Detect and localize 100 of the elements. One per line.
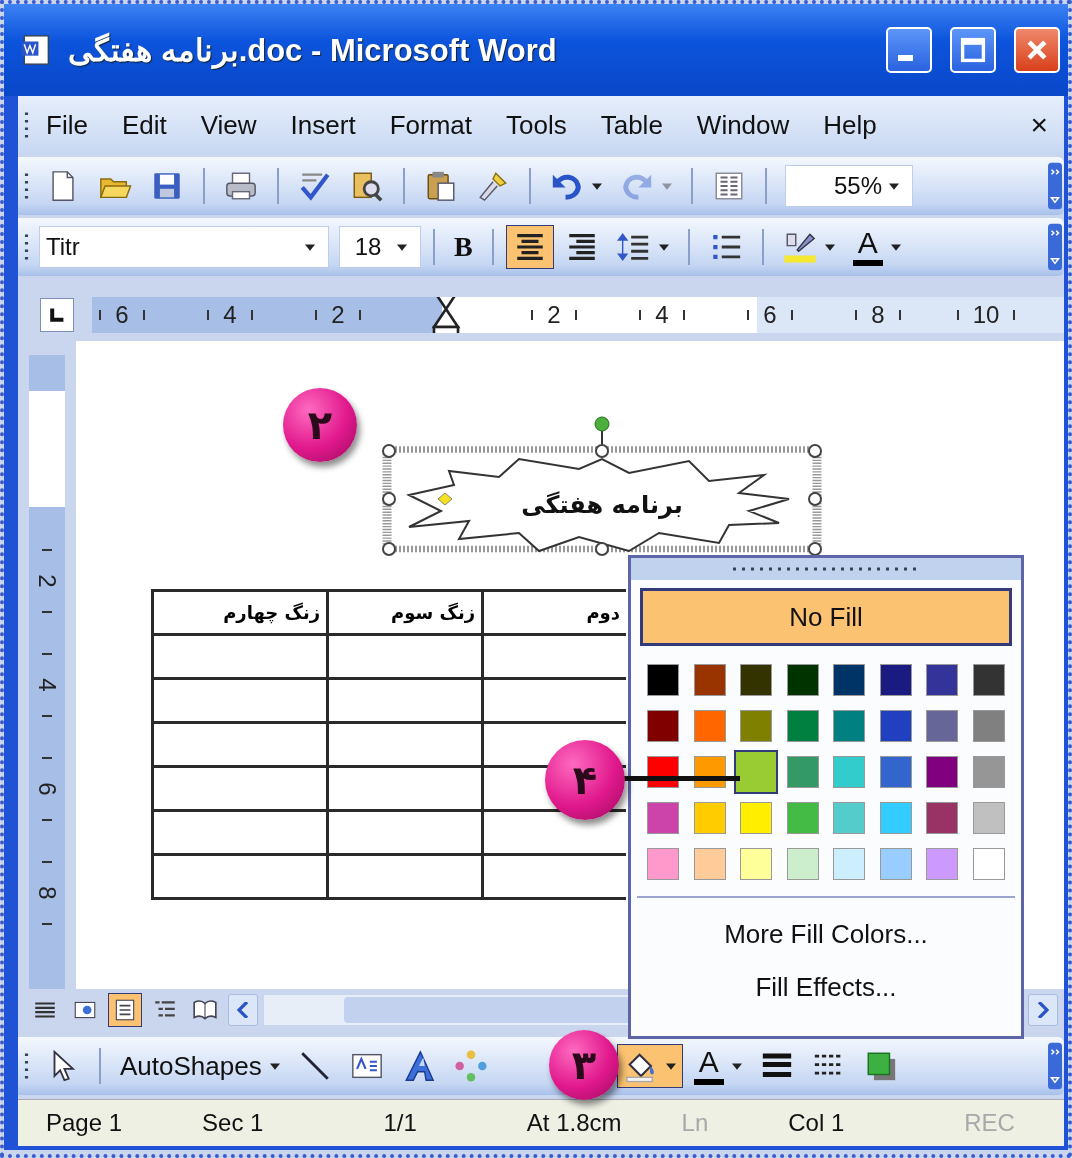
color-swatch[interactable] bbox=[926, 756, 959, 788]
color-swatch[interactable] bbox=[926, 710, 959, 742]
menu-item[interactable]: Edit bbox=[110, 109, 178, 141]
color-swatch[interactable] bbox=[972, 664, 1005, 696]
ruler-number: 6 bbox=[115, 301, 129, 329]
color-swatch[interactable] bbox=[647, 710, 680, 742]
minimize-icon bbox=[897, 55, 913, 61]
color-swatch[interactable] bbox=[740, 664, 773, 696]
color-swatch[interactable] bbox=[833, 848, 866, 880]
color-swatch[interactable] bbox=[972, 802, 1005, 834]
color-swatch[interactable] bbox=[740, 710, 773, 742]
color-swatch[interactable] bbox=[786, 756, 819, 788]
fill-effects-item[interactable]: Fill Effects... bbox=[749, 971, 903, 1004]
toolbar-options-icon[interactable] bbox=[1048, 223, 1062, 271]
font-field[interactable]: Titr bbox=[39, 226, 329, 268]
tab-stop-icon bbox=[49, 307, 65, 323]
maximize-button[interactable] bbox=[950, 27, 996, 73]
font-size-field[interactable]: 18 bbox=[339, 226, 421, 268]
diagram-icon bbox=[453, 1049, 488, 1083]
caret-icon bbox=[592, 182, 602, 190]
caret-icon bbox=[889, 182, 899, 190]
color-swatch[interactable] bbox=[926, 664, 959, 696]
align-center-button[interactable] bbox=[505, 225, 554, 269]
maximize-icon bbox=[960, 37, 986, 63]
color-swatch[interactable] bbox=[647, 848, 680, 880]
color-swatch[interactable] bbox=[740, 848, 773, 880]
color-swatch[interactable] bbox=[879, 802, 912, 834]
color-swatch[interactable] bbox=[740, 802, 773, 834]
fill-button[interactable] bbox=[616, 1044, 683, 1088]
toolbar-options-icon[interactable] bbox=[1048, 1042, 1062, 1090]
scroll-left-button[interactable] bbox=[228, 994, 258, 1026]
font-color-button[interactable]: A bbox=[845, 223, 908, 271]
status-text: Sec 1 bbox=[201, 1109, 264, 1137]
color-swatch[interactable] bbox=[693, 710, 726, 742]
caret-icon bbox=[731, 1062, 742, 1070]
menu-item[interactable]: Insert bbox=[279, 109, 367, 141]
color-swatch[interactable] bbox=[786, 802, 819, 834]
window-title: برنامه هفتگی.doc - Microsoft Word bbox=[68, 31, 558, 69]
status-text: REC bbox=[963, 1109, 1015, 1137]
color-swatch[interactable] bbox=[833, 710, 866, 742]
caret-icon bbox=[397, 243, 407, 251]
color-swatch[interactable] bbox=[972, 848, 1005, 880]
column-header: زنگ چهارم bbox=[152, 590, 328, 635]
color-swatch[interactable] bbox=[786, 848, 819, 880]
toolbar-grip-icon bbox=[24, 232, 29, 262]
menu-item[interactable]: Window bbox=[685, 109, 801, 141]
menu-item[interactable]: Table bbox=[589, 109, 674, 141]
color-swatch[interactable] bbox=[926, 848, 959, 880]
menu-item[interactable]: Format bbox=[378, 109, 483, 141]
color-swatch[interactable] bbox=[833, 756, 866, 788]
more-fill-colors-item[interactable]: More Fill Colors... bbox=[718, 918, 934, 951]
menu-item[interactable]: File bbox=[35, 109, 99, 141]
menu-item[interactable]: View bbox=[189, 109, 268, 141]
status-text: At 1.8cm bbox=[525, 1109, 622, 1137]
rotation-handle[interactable] bbox=[594, 416, 610, 445]
color-swatch[interactable] bbox=[879, 710, 912, 742]
status-text: Ln bbox=[680, 1109, 709, 1137]
color-swatch[interactable] bbox=[926, 802, 959, 834]
color-swatch[interactable] bbox=[879, 664, 912, 696]
color-swatch[interactable] bbox=[833, 664, 866, 696]
minimize-button[interactable] bbox=[886, 27, 932, 73]
close-document-button[interactable]: × bbox=[1024, 107, 1054, 143]
color-swatch[interactable] bbox=[879, 848, 912, 880]
zoom-field[interactable]: 55% bbox=[785, 165, 913, 207]
color-swatch[interactable] bbox=[647, 664, 680, 696]
color-swatch[interactable] bbox=[786, 710, 819, 742]
color-swatch[interactable] bbox=[693, 848, 726, 880]
toolbar-grip-icon bbox=[24, 110, 29, 140]
color-swatch[interactable] bbox=[786, 664, 819, 696]
caret-icon bbox=[662, 182, 672, 190]
adjust-handle[interactable] bbox=[437, 492, 453, 506]
color-swatch[interactable] bbox=[879, 756, 912, 788]
ruler-number: 2 bbox=[33, 574, 61, 588]
explosion-shape[interactable] bbox=[406, 457, 790, 553]
ruler-number: 4 bbox=[33, 678, 61, 692]
autoshapes-button[interactable]: AutoShapes bbox=[113, 1045, 287, 1087]
ruler-number: 10 bbox=[972, 301, 1000, 329]
color-swatch[interactable] bbox=[647, 802, 680, 834]
column-header: دوم bbox=[482, 590, 626, 635]
column-header: زنگ سوم bbox=[327, 590, 483, 635]
tab-selector[interactable] bbox=[40, 298, 74, 332]
color-swatch[interactable] bbox=[693, 664, 726, 696]
ruler-number: 2 bbox=[547, 301, 561, 329]
toolbar-options-icon[interactable] bbox=[1048, 162, 1062, 210]
color-swatch[interactable] bbox=[972, 756, 1005, 788]
color-swatch[interactable] bbox=[693, 802, 726, 834]
color-swatch[interactable] bbox=[972, 710, 1005, 742]
painter-icon bbox=[476, 169, 510, 203]
bold-button[interactable]: B bbox=[447, 226, 480, 268]
color-swatch[interactable] bbox=[833, 802, 866, 834]
menu-item[interactable]: Help bbox=[812, 109, 888, 141]
caret-icon bbox=[658, 243, 669, 251]
color-swatch[interactable] bbox=[734, 750, 779, 794]
close-button[interactable] bbox=[1014, 27, 1060, 73]
ruler-number: 4 bbox=[223, 301, 237, 329]
font-color-button[interactable]: A bbox=[686, 1042, 749, 1090]
scroll-right-button[interactable] bbox=[1028, 994, 1058, 1026]
print-view-button[interactable] bbox=[108, 993, 142, 1027]
no-fill-button[interactable]: No Fill bbox=[640, 588, 1012, 646]
menu-item[interactable]: Tools bbox=[495, 109, 578, 141]
